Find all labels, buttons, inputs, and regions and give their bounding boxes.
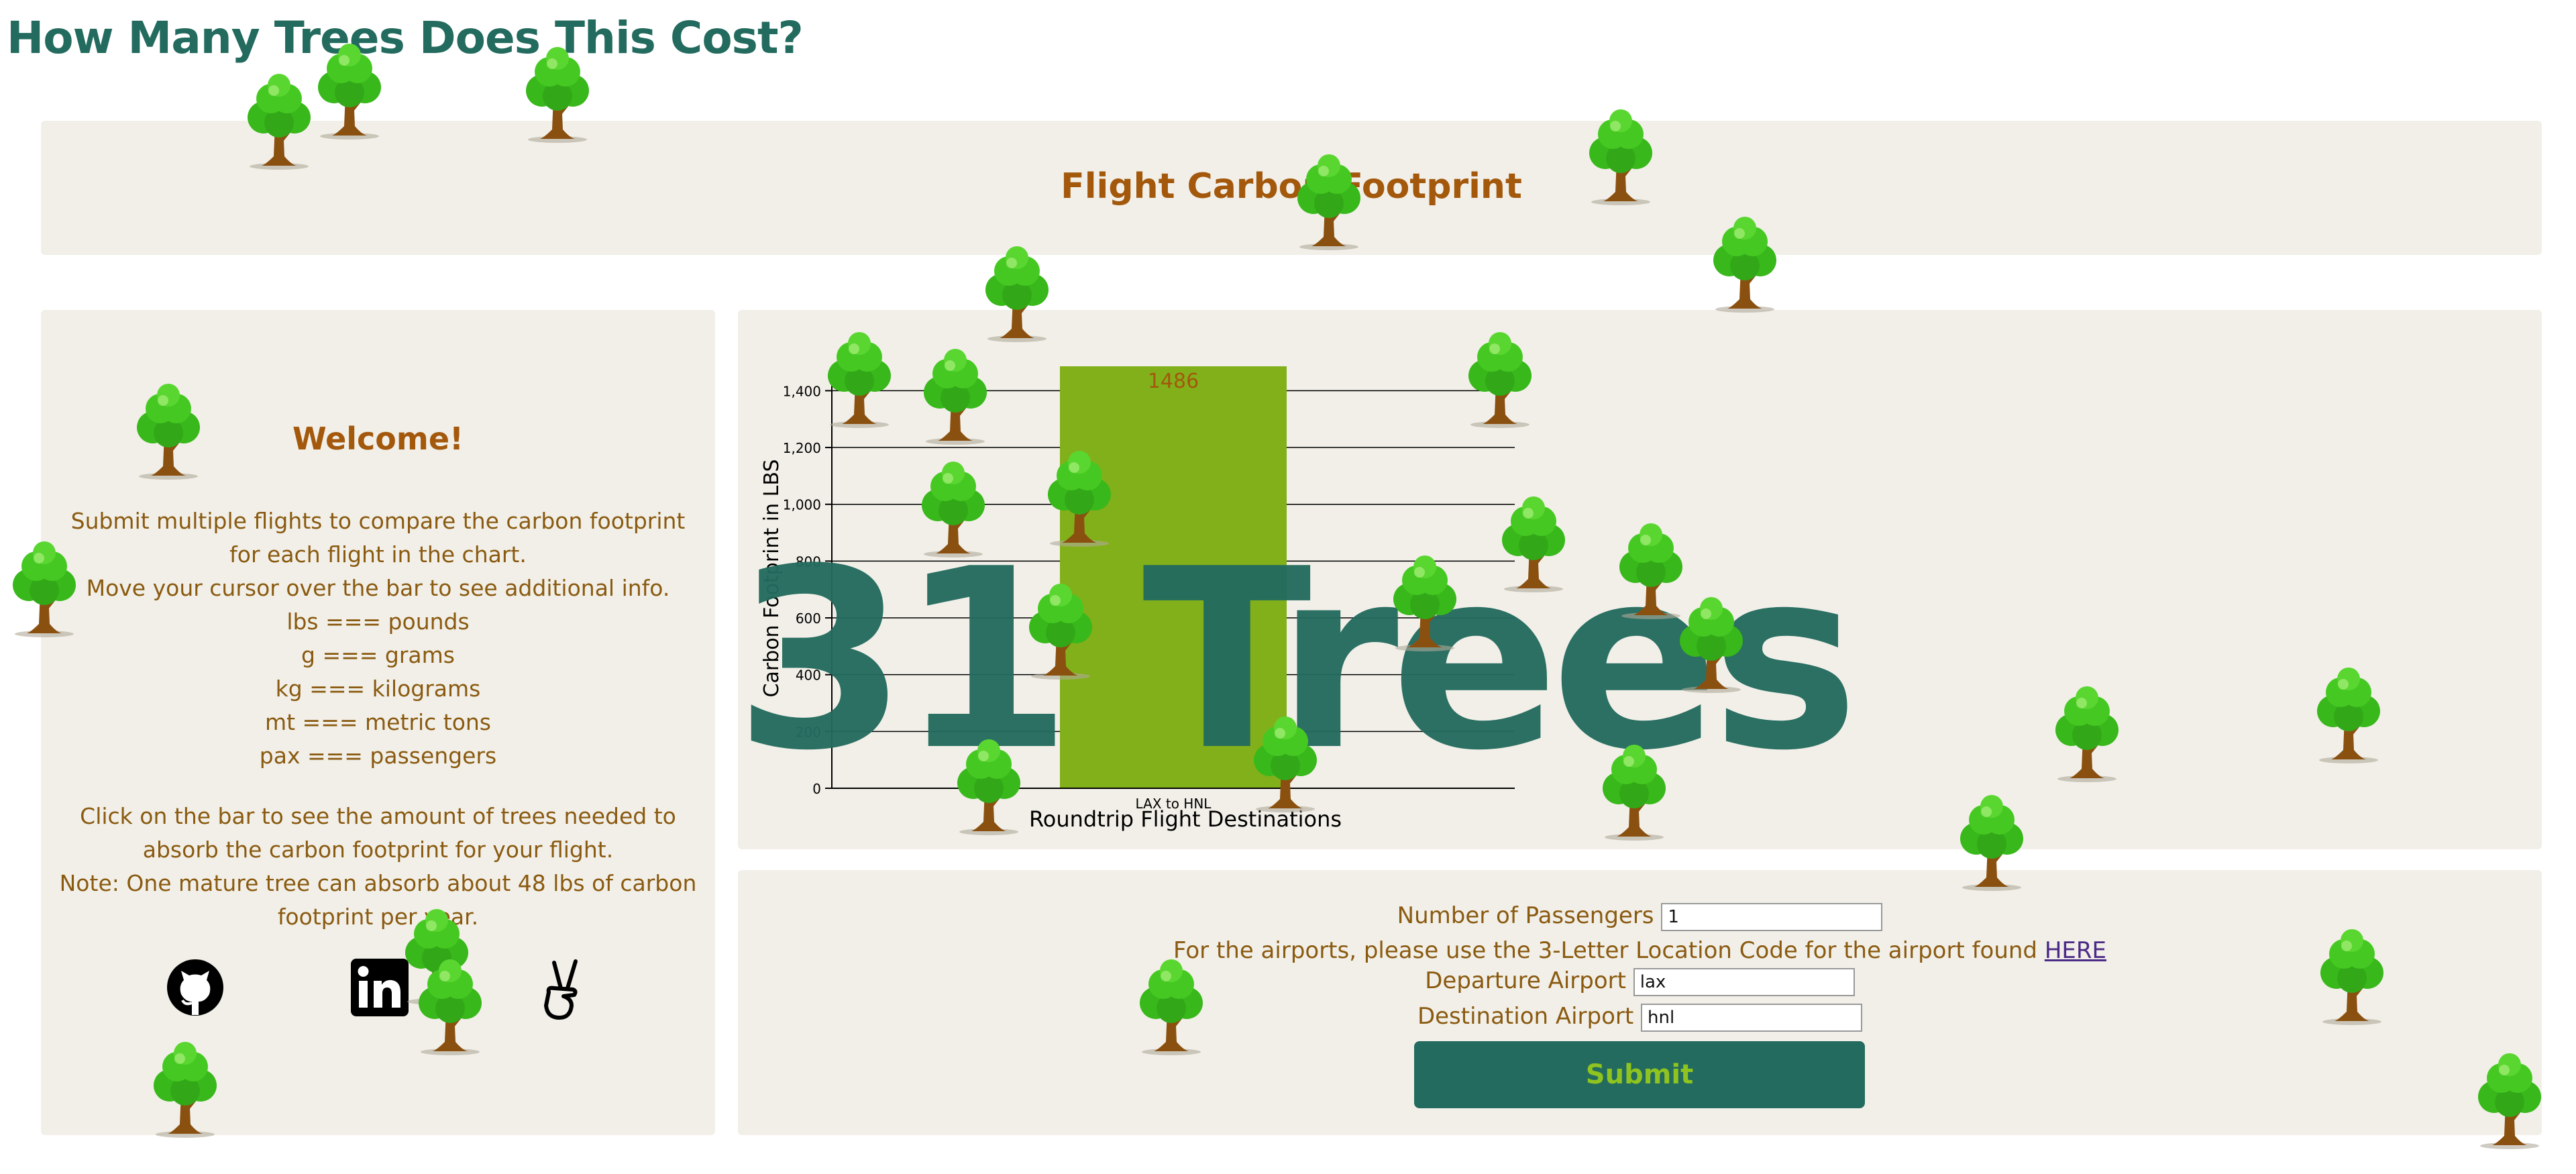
tree-icon	[1291, 151, 1366, 252]
welcome-line: pax === passengers	[259, 743, 497, 769]
submit-button[interactable]: Submit	[1414, 1041, 1865, 1108]
tree-icon	[1954, 792, 2029, 892]
tree-icon	[312, 40, 387, 141]
welcome-line: kg === kilograms	[275, 676, 481, 702]
y-tick-label: 1,000	[783, 497, 821, 513]
tree-icon	[1248, 713, 1323, 814]
tree-icon	[1042, 447, 1117, 548]
welcome-line: Note: One mature tree can absorb about 4…	[59, 870, 697, 930]
tree-icon	[1707, 213, 1782, 314]
welcome-text: Submit multiple flights to compare the c…	[57, 504, 699, 934]
welcome-line: Click on the bar to see the amount of tr…	[80, 803, 676, 863]
welcome-line: mt === metric tons	[264, 709, 491, 735]
passengers-label: Number of Passengers	[1397, 902, 1654, 929]
y-tick-label: 1,400	[783, 383, 821, 399]
tree-icon	[822, 329, 897, 429]
page-title: How Many Trees Does This Cost?	[7, 12, 804, 64]
tree-icon	[2311, 664, 2386, 765]
tree-icon	[918, 345, 993, 446]
airport-note-text: For the airports, please use the 3-Lette…	[1173, 937, 2038, 964]
tree-icon	[413, 956, 488, 1057]
tree-icon	[241, 70, 317, 171]
destination-airport-input[interactable]	[1641, 1003, 1863, 1032]
airport-codes-link[interactable]: HERE	[2045, 937, 2106, 964]
tree-icon	[916, 458, 991, 559]
tree-icon	[1134, 956, 1209, 1057]
tree-icon	[2049, 683, 2125, 784]
tree-icon	[148, 1038, 223, 1139]
destination-label: Destination Airport	[1417, 1003, 1634, 1030]
welcome-line: Move your cursor over the bar to see add…	[86, 575, 670, 601]
github-icon[interactable]	[165, 957, 225, 1018]
passengers-row: Number of Passengers	[738, 902, 2542, 931]
airport-code-note: For the airports, please use the 3-Lette…	[738, 937, 2542, 964]
tree-icon	[2472, 1050, 2547, 1151]
y-tick-label: 1,200	[783, 440, 821, 456]
angellist-icon[interactable]	[534, 957, 594, 1020]
tree-icon	[7, 538, 82, 639]
passengers-input[interactable]	[1661, 902, 1883, 931]
tree-icon	[979, 243, 1055, 343]
tree-icon	[1583, 106, 1658, 207]
tree-icon	[1674, 594, 1749, 694]
tree-icon	[131, 380, 206, 481]
tree-icon	[1496, 493, 1571, 594]
welcome-line: g === grams	[301, 642, 455, 668]
tree-icon	[951, 736, 1026, 837]
tree-icon	[1462, 329, 1538, 429]
departure-row: Departure Airport	[738, 967, 2542, 996]
tree-icon	[2314, 926, 2390, 1026]
welcome-line: Submit multiple flights to compare the c…	[70, 508, 686, 568]
tree-icon	[520, 44, 595, 144]
departure-airport-input[interactable]	[1633, 967, 1855, 996]
departure-label: Departure Airport	[1425, 967, 1626, 994]
bar-data-label: 1486	[1148, 370, 1199, 393]
tree-icon	[1387, 552, 1462, 653]
flight-form: Number of Passengers For the airports, p…	[738, 870, 2542, 1135]
tree-icon	[1597, 741, 1672, 842]
destination-row: Destination Airport	[738, 1003, 2542, 1032]
welcome-line: lbs === pounds	[286, 608, 470, 635]
tree-icon	[1023, 580, 1098, 681]
